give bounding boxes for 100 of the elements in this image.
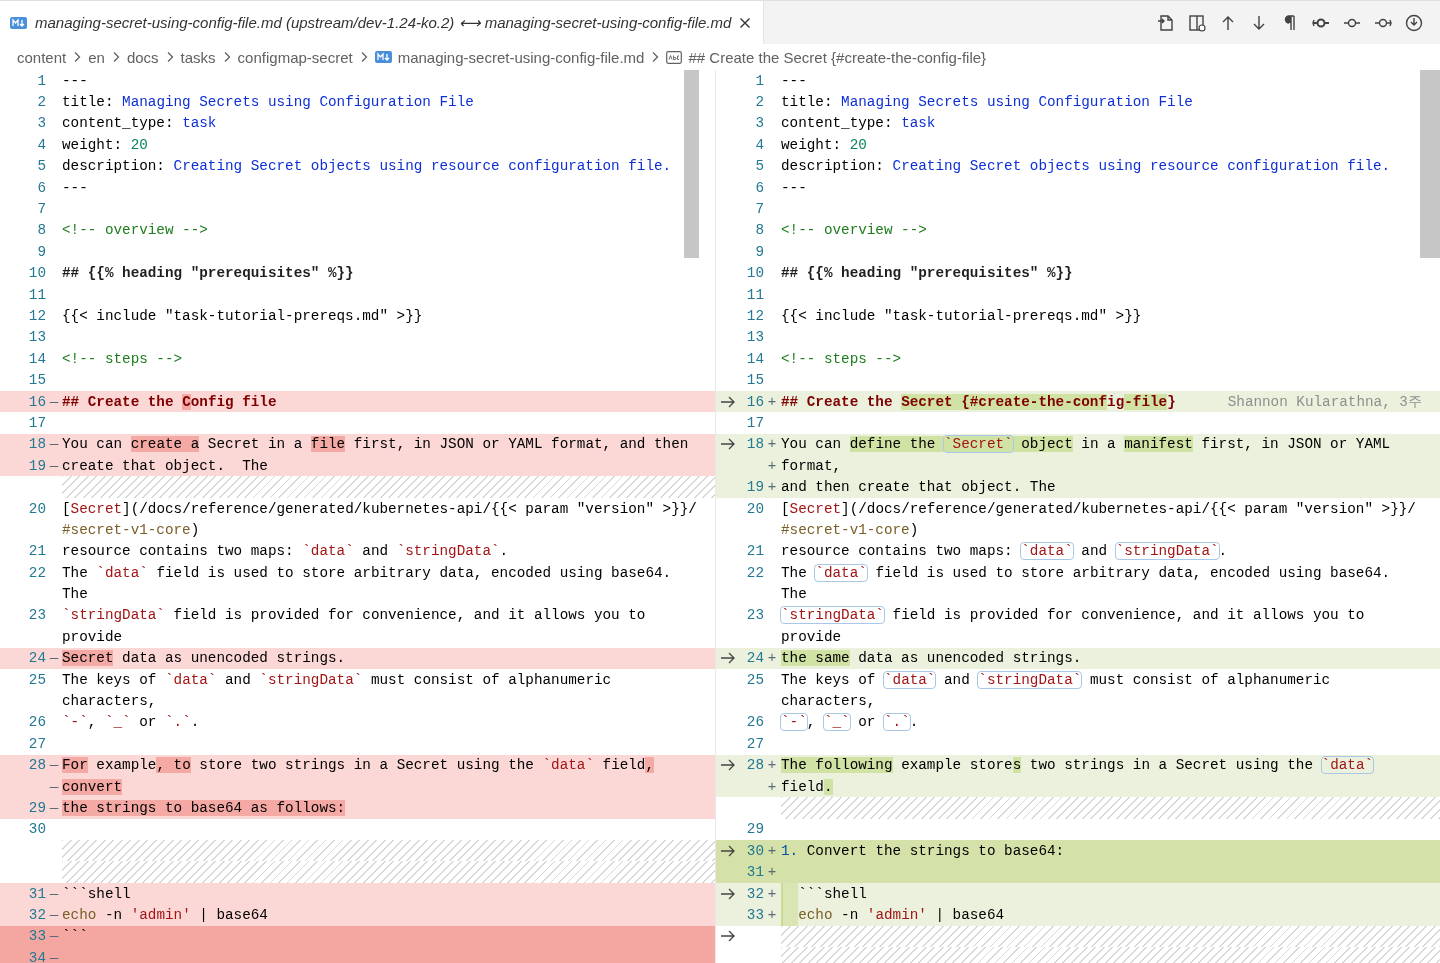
code-line: provide bbox=[62, 628, 123, 645]
line-number: 6 bbox=[755, 179, 764, 196]
code-line: content_type: task bbox=[781, 115, 936, 132]
code-line: `-`, `_` or `.`. bbox=[781, 714, 919, 731]
code-line: provide bbox=[781, 628, 842, 645]
line-number: 27 bbox=[746, 735, 764, 752]
breadcrumb-item[interactable]: managing-secret-using-config-file.md bbox=[397, 48, 645, 66]
arrow-icon[interactable] bbox=[720, 652, 736, 665]
blame-annotation: Shannon Kularathna, 3주 bbox=[1227, 393, 1422, 412]
diff-sign: — bbox=[49, 778, 59, 795]
line-number: 32 bbox=[746, 885, 764, 902]
line-number: 29 bbox=[746, 821, 764, 838]
line-number: 25 bbox=[746, 671, 764, 688]
split-editor-icon[interactable] bbox=[1188, 13, 1206, 32]
code-line: weight: 20 bbox=[62, 136, 148, 153]
line-number: 2 bbox=[755, 94, 764, 111]
line-number: 33 bbox=[28, 928, 46, 945]
code-line: 1. Convert the strings to base64: bbox=[781, 842, 1065, 859]
line-number: 21 bbox=[28, 543, 46, 560]
line-number: 20 bbox=[746, 500, 764, 517]
breadcrumb-item[interactable]: ## Create the Secret {#create-the-config-file} bbox=[688, 48, 987, 66]
line-number: 14 bbox=[746, 350, 764, 367]
line-number: 17 bbox=[746, 414, 764, 431]
code-line: The `data` field is used to store arbitrary data, encoded using base64. bbox=[781, 564, 1391, 581]
code-line: <!-- overview --> bbox=[62, 222, 208, 239]
breadcrumb-item[interactable]: tasks bbox=[180, 48, 216, 66]
line-number: 19 bbox=[746, 479, 764, 496]
code-line: content_type: task bbox=[62, 115, 217, 132]
breadcrumb-item[interactable]: docs bbox=[126, 48, 159, 66]
code-line: format, bbox=[781, 457, 842, 474]
code-line: --- bbox=[62, 179, 88, 196]
code-line: title: Managing Secrets using Configuration File bbox=[781, 94, 1193, 111]
code-line: echo -n 'admin' | base64 bbox=[798, 906, 1005, 923]
line-number: 31 bbox=[28, 885, 46, 902]
line-number: 11 bbox=[746, 286, 764, 303]
arrow-icon[interactable] bbox=[720, 438, 736, 451]
code-line: <!-- steps --> bbox=[781, 350, 902, 367]
line-number: 5 bbox=[755, 158, 764, 175]
diff-sign: + bbox=[767, 650, 777, 667]
line-number: 15 bbox=[28, 372, 46, 389]
open-file-icon[interactable] bbox=[1157, 13, 1175, 32]
diff-sign: + bbox=[767, 436, 777, 453]
diff-sign: — bbox=[49, 885, 59, 902]
diff-sign: + bbox=[767, 864, 777, 881]
code-line: `stringData` field is provided for convenience, and it allows you to bbox=[62, 607, 646, 624]
line-number: 9 bbox=[755, 243, 764, 260]
code-line: [Secret](/docs/reference/generated/kubernetes-api/{{< param "version" >}}/ bbox=[62, 500, 697, 517]
diff-sign: — bbox=[49, 928, 59, 945]
code-line: characters, bbox=[62, 693, 157, 709]
line-number: 30 bbox=[28, 821, 46, 838]
symbol-icon bbox=[666, 50, 683, 64]
diff-sign: — bbox=[49, 949, 59, 963]
code-line: `-`, `_` or `.`. bbox=[62, 714, 200, 731]
arrow-icon[interactable] bbox=[720, 887, 736, 900]
diff-sign: + bbox=[767, 457, 777, 474]
close-icon[interactable] bbox=[739, 16, 752, 29]
line-number: 27 bbox=[28, 735, 46, 752]
code-line: The following example stores two strings in a Secret using the `data` bbox=[781, 757, 1374, 774]
breadcrumb-item[interactable]: configmap-secret bbox=[237, 48, 353, 66]
breadcrumb-item[interactable]: en bbox=[88, 48, 105, 66]
markdown-icon bbox=[374, 51, 392, 63]
code-line: resource contains two maps: `data` and `stringData`. bbox=[781, 543, 1228, 560]
diff-sign: + bbox=[767, 778, 777, 795]
breadcrumb-item[interactable]: content bbox=[17, 48, 67, 66]
code-line: description: Creating Secret objects using resource configuration file. bbox=[62, 158, 672, 175]
arrow-icon[interactable] bbox=[720, 395, 736, 408]
line-number: 5 bbox=[37, 158, 46, 175]
scrollbar-thumb[interactable] bbox=[684, 70, 699, 258]
line-number: 18 bbox=[28, 436, 46, 453]
history-icon[interactable] bbox=[1405, 13, 1423, 32]
diff-sign: — bbox=[49, 757, 59, 774]
line-number: 22 bbox=[28, 564, 46, 581]
arrow-icon[interactable] bbox=[720, 759, 736, 772]
line-number: 24 bbox=[746, 650, 764, 667]
code-line: <!-- steps --> bbox=[62, 350, 183, 367]
line-number: 12 bbox=[746, 308, 764, 324]
code-line: ## Create the Config file bbox=[62, 393, 277, 410]
line-number: 26 bbox=[746, 714, 764, 731]
code-line: --- bbox=[781, 179, 807, 196]
code-line: <!-- overview --> bbox=[781, 222, 927, 239]
line-number: 22 bbox=[746, 564, 764, 581]
code-line: #secret-v1-core) bbox=[781, 521, 919, 538]
line-number: 29 bbox=[28, 799, 46, 816]
line-number: 1 bbox=[37, 72, 46, 89]
line-number: 23 bbox=[746, 607, 764, 624]
editor-tab[interactable]: managing-secret-using-config-file.md (upstream/dev-1.24-ko.2) ⟷ managing-secret-using-config-file.md bbox=[0, 1, 765, 44]
arrow-icon[interactable] bbox=[720, 844, 736, 857]
line-number: 14 bbox=[28, 350, 46, 367]
line-number: 21 bbox=[746, 543, 764, 560]
diff-sign: — bbox=[49, 799, 59, 816]
line-number: 3 bbox=[37, 115, 46, 132]
diff-sign: + bbox=[767, 885, 777, 902]
line-number: 11 bbox=[28, 286, 46, 303]
code-line: The bbox=[62, 586, 88, 603]
arrow-icon[interactable] bbox=[720, 930, 736, 943]
code-line: resource contains two maps: `data` and `stringData`. bbox=[62, 543, 509, 560]
line-number: 28 bbox=[746, 757, 764, 774]
line-number: 10 bbox=[28, 265, 46, 282]
scrollbar-thumb[interactable] bbox=[1420, 70, 1440, 258]
code-line: {{< include "task-tutorial-prereqs.md" >}} bbox=[781, 308, 1142, 324]
